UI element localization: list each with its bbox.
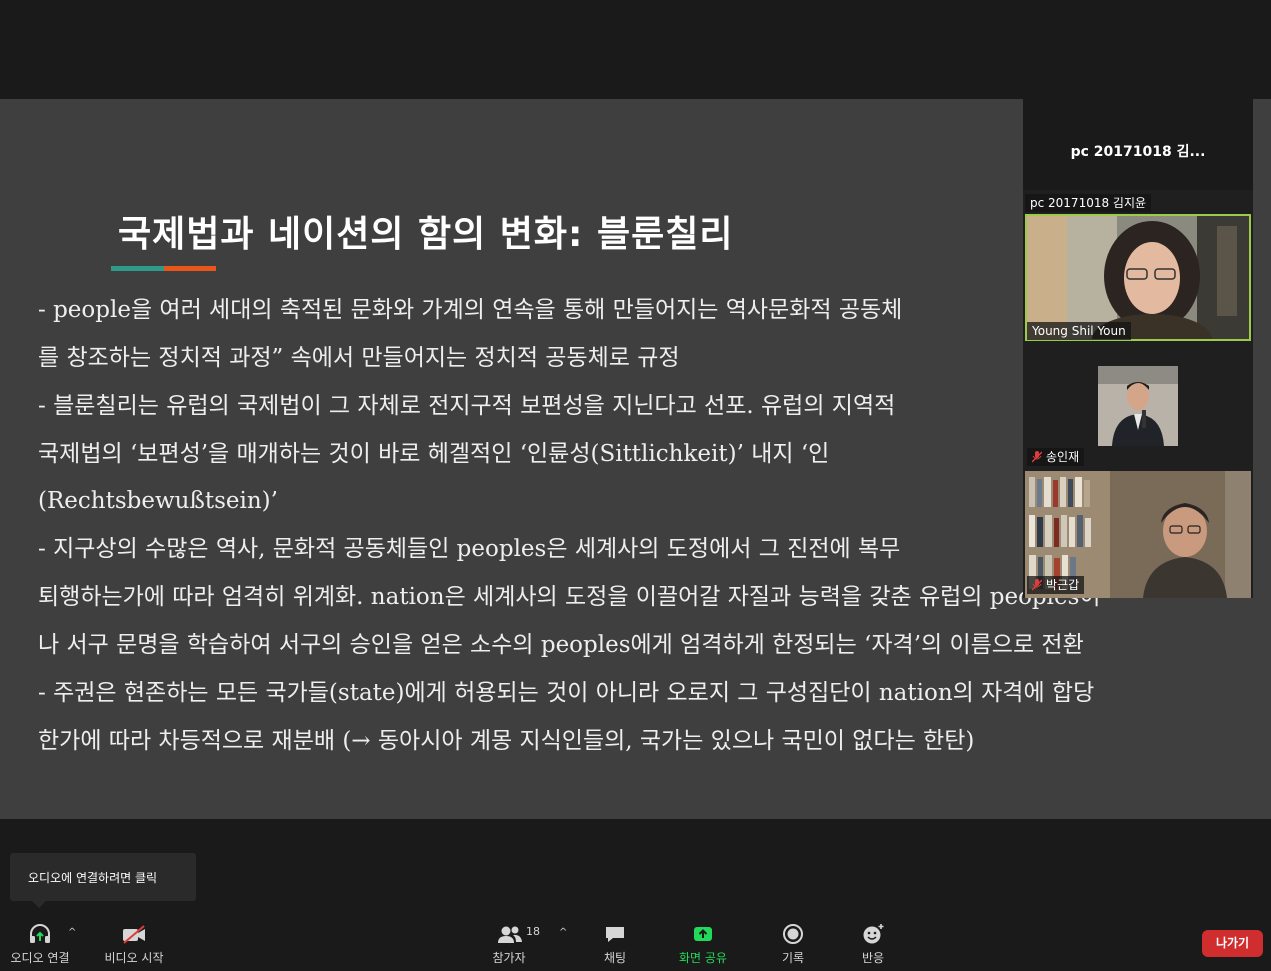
mic-muted-icon xyxy=(1032,451,1042,463)
leave-meeting-button[interactable]: 나가기 xyxy=(1202,930,1263,957)
join-audio-button[interactable]: 오디오 연결 xyxy=(4,920,76,970)
title-accent-teal xyxy=(111,266,164,271)
slide-line: 를 창조하는 정치적 과정” 속에서 만들어지는 정치적 공동체로 규정 xyxy=(38,345,680,371)
participant-video-panel[interactable]: pc 20171018 김... pc 20171018 김지윤 Young S… xyxy=(1023,86,1253,598)
slide-line: 나 서구 문명을 학습하여 서구의 승인을 얻은 소수의 peoples에게 엄… xyxy=(38,632,1084,658)
participants-icon xyxy=(498,926,522,943)
slide-line: - 블룬칠리는 유럽의 국제법이 그 자체로 전지구적 보편성을 지닌다고 선포… xyxy=(38,393,896,419)
participant-name: 송인재 xyxy=(1046,450,1080,464)
join-audio-label: 오디오 연결 xyxy=(10,951,70,965)
share-screen-button[interactable]: 화면 공유 xyxy=(670,920,736,970)
slide-title: 국제법과 네이션의 함의 변화: 블룬칠리 xyxy=(118,214,734,255)
record-button[interactable]: 기록 xyxy=(768,920,818,970)
chat-icon xyxy=(606,927,624,942)
reactions-label: 반응 xyxy=(861,951,885,965)
start-video-button[interactable]: 비디오 시작 xyxy=(98,920,170,970)
slide-line: (Rechtsbewußtsein)’ xyxy=(38,488,278,514)
panel-header: pc 20171018 김... xyxy=(1023,86,1253,190)
share-screen-label: 화면 공유 xyxy=(679,951,727,965)
slide-line: - 지구상의 수많은 역사, 문화적 공동체들인 peoples은 세계사의 도… xyxy=(38,536,901,562)
video-off-icon xyxy=(123,925,145,944)
audio-tooltip: 오디오에 연결하려면 클릭 xyxy=(10,853,196,901)
reactions-button[interactable]: 반응 xyxy=(848,920,898,970)
participants-options-caret[interactable]: ^ xyxy=(559,927,567,938)
record-label: 기록 xyxy=(781,951,805,965)
slide-line: 퇴행하는가에 따라 엄격히 위계화. nation은 세계사의 도정을 이끌어갈… xyxy=(38,584,1101,610)
active-speaker-name: pc 20171018 김... xyxy=(1070,144,1206,160)
slide-line: - people을 여러 세대의 축적된 문화와 가계의 연속을 통해 만들어지… xyxy=(38,297,903,323)
reactions-icon xyxy=(863,924,884,944)
audio-options-caret[interactable]: ^ xyxy=(68,927,76,938)
participant-bottom-label: 송인재 xyxy=(1027,448,1085,466)
chat-label: 채팅 xyxy=(603,951,627,965)
record-icon xyxy=(783,924,803,944)
slide-line: 한가에 따라 차등적으로 재분배 (→ 동아시아 계몽 지식인들의, 국가는 있… xyxy=(38,728,975,754)
participants-count: 18 xyxy=(526,925,540,938)
participants-label: 참가자 xyxy=(492,951,526,965)
participant-top-label: pc 20171018 김지윤 xyxy=(1025,194,1152,212)
mic-muted-icon xyxy=(1032,579,1042,591)
share-screen-icon xyxy=(694,927,712,941)
slide-line: 국제법의 ‘보편성’을 매개하는 것이 바로 헤겔적인 ‘인륜성(Sittlic… xyxy=(38,441,830,467)
tooltip-arrow xyxy=(32,901,46,908)
participant-bottom-label: Young Shil Youn xyxy=(1027,322,1131,340)
headphones-icon xyxy=(30,924,50,943)
tooltip-text: 오디오에 연결하려면 클릭 xyxy=(28,871,158,885)
start-video-label: 비디오 시작 xyxy=(104,951,164,965)
title-accent-orange xyxy=(164,266,216,271)
chat-button[interactable]: 채팅 xyxy=(590,920,640,970)
top-bar xyxy=(0,0,1271,99)
participant-bottom-label: 박근갑 xyxy=(1027,576,1085,594)
participant-name: 박근갑 xyxy=(1046,578,1080,592)
participant-video-feed xyxy=(1027,216,1249,339)
slide-line: - 주권은 현존하는 모든 국가들(state)에게 허용되는 것이 아니라 오… xyxy=(38,680,1095,706)
participant-video-feed xyxy=(1098,366,1178,446)
